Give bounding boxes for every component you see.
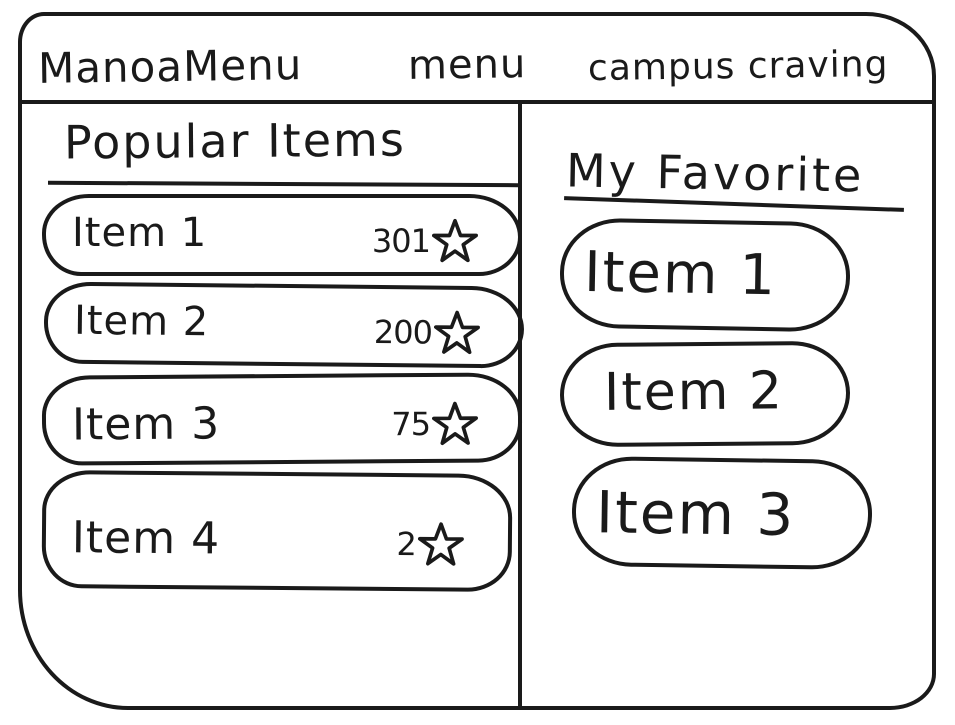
popular-item-rating: 2 xyxy=(396,521,464,568)
popular-item-3[interactable]: Item 3 75 xyxy=(41,372,523,466)
brand-logo-link[interactable]: ManoaMenu xyxy=(38,40,303,93)
favorite-item-name: Item 3 xyxy=(595,478,796,550)
rating-count: 75 xyxy=(391,404,431,444)
popular-item-rating: 200 xyxy=(374,309,481,356)
top-nav-bar: ManoaMenu menu campus craving xyxy=(22,16,932,104)
popular-item-4[interactable]: Item 4 2 xyxy=(41,469,513,593)
app-window: ManoaMenu menu campus craving Popular It… xyxy=(18,12,936,710)
popular-item-name: Item 2 xyxy=(73,297,210,346)
popular-item-name: Item 4 xyxy=(71,512,221,565)
rating-count: 301 xyxy=(371,222,431,260)
nav-campus-craving-link[interactable]: campus craving xyxy=(588,44,889,89)
favorite-items-list: Item 1 Item 2 Item 3 xyxy=(559,217,880,580)
popular-items-list: Item 1 301 Item 2 200 Item 3 75 Item 4 2 xyxy=(41,194,532,598)
rating-count: 200 xyxy=(373,312,433,352)
favorite-item-name: Item 2 xyxy=(603,361,785,423)
popular-item-rating: 75 xyxy=(391,401,478,448)
popular-item-rating: 301 xyxy=(372,218,478,264)
my-favorite-heading: My Favorite xyxy=(565,143,865,203)
favorite-item-name: Item 1 xyxy=(583,239,778,309)
popular-item-2[interactable]: Item 2 200 xyxy=(43,281,525,369)
star-icon[interactable] xyxy=(432,218,478,264)
popular-item-1[interactable]: Item 1 301 xyxy=(42,194,522,276)
popular-item-name: Item 1 xyxy=(72,210,208,256)
popular-items-heading: Popular Items xyxy=(63,112,407,170)
star-icon[interactable] xyxy=(431,401,478,447)
favorite-item-3[interactable]: Item 3 xyxy=(571,455,873,571)
star-icon[interactable] xyxy=(433,310,480,356)
star-icon[interactable] xyxy=(417,521,464,567)
nav-menu-link[interactable]: menu xyxy=(408,41,527,89)
rating-count: 2 xyxy=(396,525,417,564)
popular-item-name: Item 3 xyxy=(71,398,221,451)
popular-heading-underline xyxy=(47,180,519,188)
favorite-item-1[interactable]: Item 1 xyxy=(559,217,851,333)
favorite-item-2[interactable]: Item 2 xyxy=(559,340,851,448)
